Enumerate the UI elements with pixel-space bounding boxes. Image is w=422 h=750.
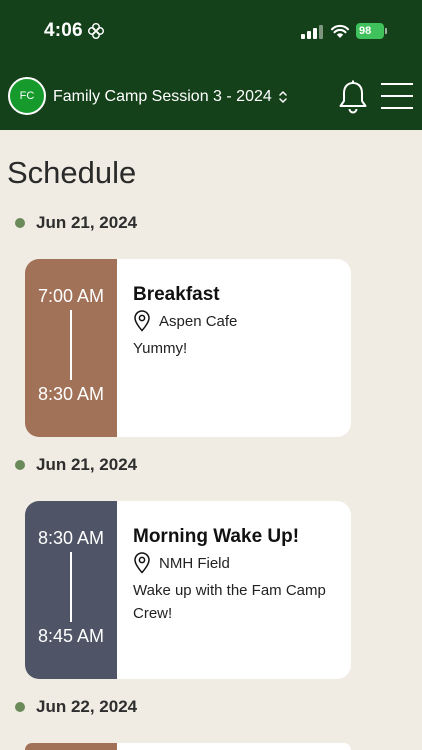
chevron-updown-icon — [279, 91, 287, 103]
location-pin-icon — [134, 552, 150, 574]
location-pin-icon — [134, 310, 150, 332]
battery-level: 98 — [356, 23, 384, 39]
bell-icon[interactable] — [337, 80, 369, 114]
event-location: NMH Field — [133, 552, 230, 574]
status-time: 4:06 — [44, 20, 83, 41]
event-card-morning-wake-up[interactable]: 8:30 AM 8:45 AM Morning Wake Up! NMH Fie… — [25, 501, 351, 679]
date-dot — [15, 218, 25, 228]
hamburger-menu-icon[interactable] — [381, 83, 413, 109]
date-label: Jun 21, 2024 — [36, 213, 138, 232]
event-time-column — [25, 743, 117, 750]
session-selector[interactable]: Family Camp Session 3 - 2024 — [53, 88, 288, 106]
event-card-breakfast[interactable]: 7:00 AM 8:30 AM Breakfast Aspen Cafe Yum… — [25, 259, 351, 437]
date-dot — [15, 702, 25, 712]
event-start-time: 7:00 AM — [37, 286, 105, 306]
event-description: Yummy! — [133, 340, 188, 357]
time-range-line — [70, 310, 72, 380]
time-range-line — [70, 552, 72, 622]
event-title: Morning Wake Up! — [133, 526, 300, 547]
event-title: Breakfast — [133, 284, 220, 305]
avatar[interactable]: FC — [8, 77, 46, 115]
flower-icon — [87, 22, 105, 40]
date-header: Jun 21, 2024 — [15, 455, 137, 475]
event-card[interactable] — [25, 743, 351, 750]
battery-icon: 98 — [356, 23, 387, 39]
wifi-icon — [330, 24, 350, 38]
date-dot — [15, 460, 25, 470]
event-end-time: 8:45 AM — [37, 626, 105, 646]
signal-icon — [301, 25, 323, 39]
event-location-label: NMH Field — [159, 554, 230, 572]
date-header: Jun 22, 2024 — [15, 697, 137, 717]
date-label: Jun 22, 2024 — [36, 697, 138, 716]
status-bar: 4:06 98 — [0, 0, 422, 62]
top-bar: 4:06 98 FC Family Camp Session 3 - 2024 — [0, 0, 422, 130]
event-time-column: 7:00 AM 8:30 AM — [25, 259, 117, 437]
event-start-time: 8:30 AM — [37, 528, 105, 548]
event-location-label: Aspen Cafe — [159, 312, 238, 330]
event-description: Wake up with the Fam Camp Crew! — [133, 582, 326, 622]
date-label: Jun 21, 2024 — [36, 455, 138, 474]
page-title: Schedule — [7, 155, 137, 190]
event-end-time: 8:30 AM — [37, 384, 105, 404]
session-title: Family Camp Session 3 - 2024 — [53, 88, 272, 105]
event-time-column: 8:30 AM 8:45 AM — [25, 501, 117, 679]
event-location: Aspen Cafe — [133, 310, 237, 332]
date-header: Jun 21, 2024 — [15, 213, 137, 233]
